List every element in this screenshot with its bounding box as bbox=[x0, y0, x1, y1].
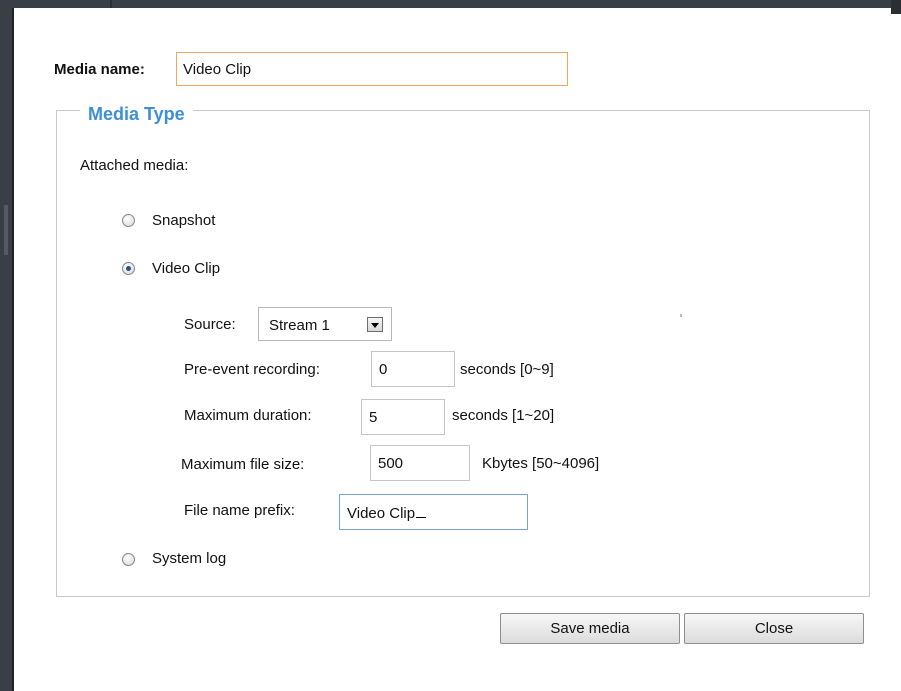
system-log-label[interactable]: System log bbox=[152, 550, 226, 567]
max-duration-input[interactable]: 5 bbox=[361, 399, 445, 435]
pre-event-label: Pre-event recording: bbox=[184, 361, 320, 378]
source-label: Source: bbox=[184, 316, 236, 333]
window-left-edge bbox=[12, 8, 14, 691]
source-select[interactable]: Stream 1 bbox=[258, 307, 392, 341]
chevron-down-icon[interactable] bbox=[367, 317, 383, 332]
save-media-button[interactable]: Save media bbox=[500, 613, 680, 644]
system-log-radio[interactable] bbox=[122, 553, 135, 566]
max-file-size-input[interactable]: 500 bbox=[370, 445, 470, 481]
max-file-size-label: Maximum file size: bbox=[181, 456, 305, 473]
source-select-value: Stream 1 bbox=[269, 317, 330, 334]
pre-event-hint: seconds [0~9] bbox=[460, 361, 554, 378]
max-duration-hint: seconds [1~20] bbox=[452, 407, 555, 424]
window-left-border bbox=[0, 0, 12, 691]
stray-mark bbox=[680, 314, 682, 317]
file-name-prefix-input[interactable]: Video Clip bbox=[339, 494, 528, 530]
media-name-label: Media name: bbox=[54, 61, 145, 78]
video-clip-label[interactable]: Video Clip bbox=[152, 260, 220, 277]
max-file-size-hint: Kbytes [50~4096] bbox=[482, 455, 600, 472]
media-type-legend: Media Type bbox=[80, 104, 193, 125]
video-clip-radio[interactable] bbox=[122, 262, 135, 275]
window-corner bbox=[891, 0, 901, 14]
file-name-prefix-label: File name prefix: bbox=[184, 502, 295, 519]
attached-media-label: Attached media: bbox=[80, 157, 189, 174]
file-name-prefix-value: Video Clip bbox=[347, 505, 416, 522]
snapshot-label[interactable]: Snapshot bbox=[152, 212, 215, 229]
side-scroll-mark bbox=[4, 205, 8, 255]
window-tab-divider bbox=[110, 0, 112, 8]
pre-event-input[interactable]: 0 bbox=[371, 351, 455, 387]
max-duration-label: Maximum duration: bbox=[184, 407, 312, 424]
close-button[interactable]: Close bbox=[684, 613, 864, 644]
text-cursor bbox=[416, 503, 427, 518]
media-name-input[interactable]: Video Clip bbox=[176, 52, 568, 86]
snapshot-radio[interactable] bbox=[122, 214, 135, 227]
window-top-border bbox=[0, 0, 901, 8]
